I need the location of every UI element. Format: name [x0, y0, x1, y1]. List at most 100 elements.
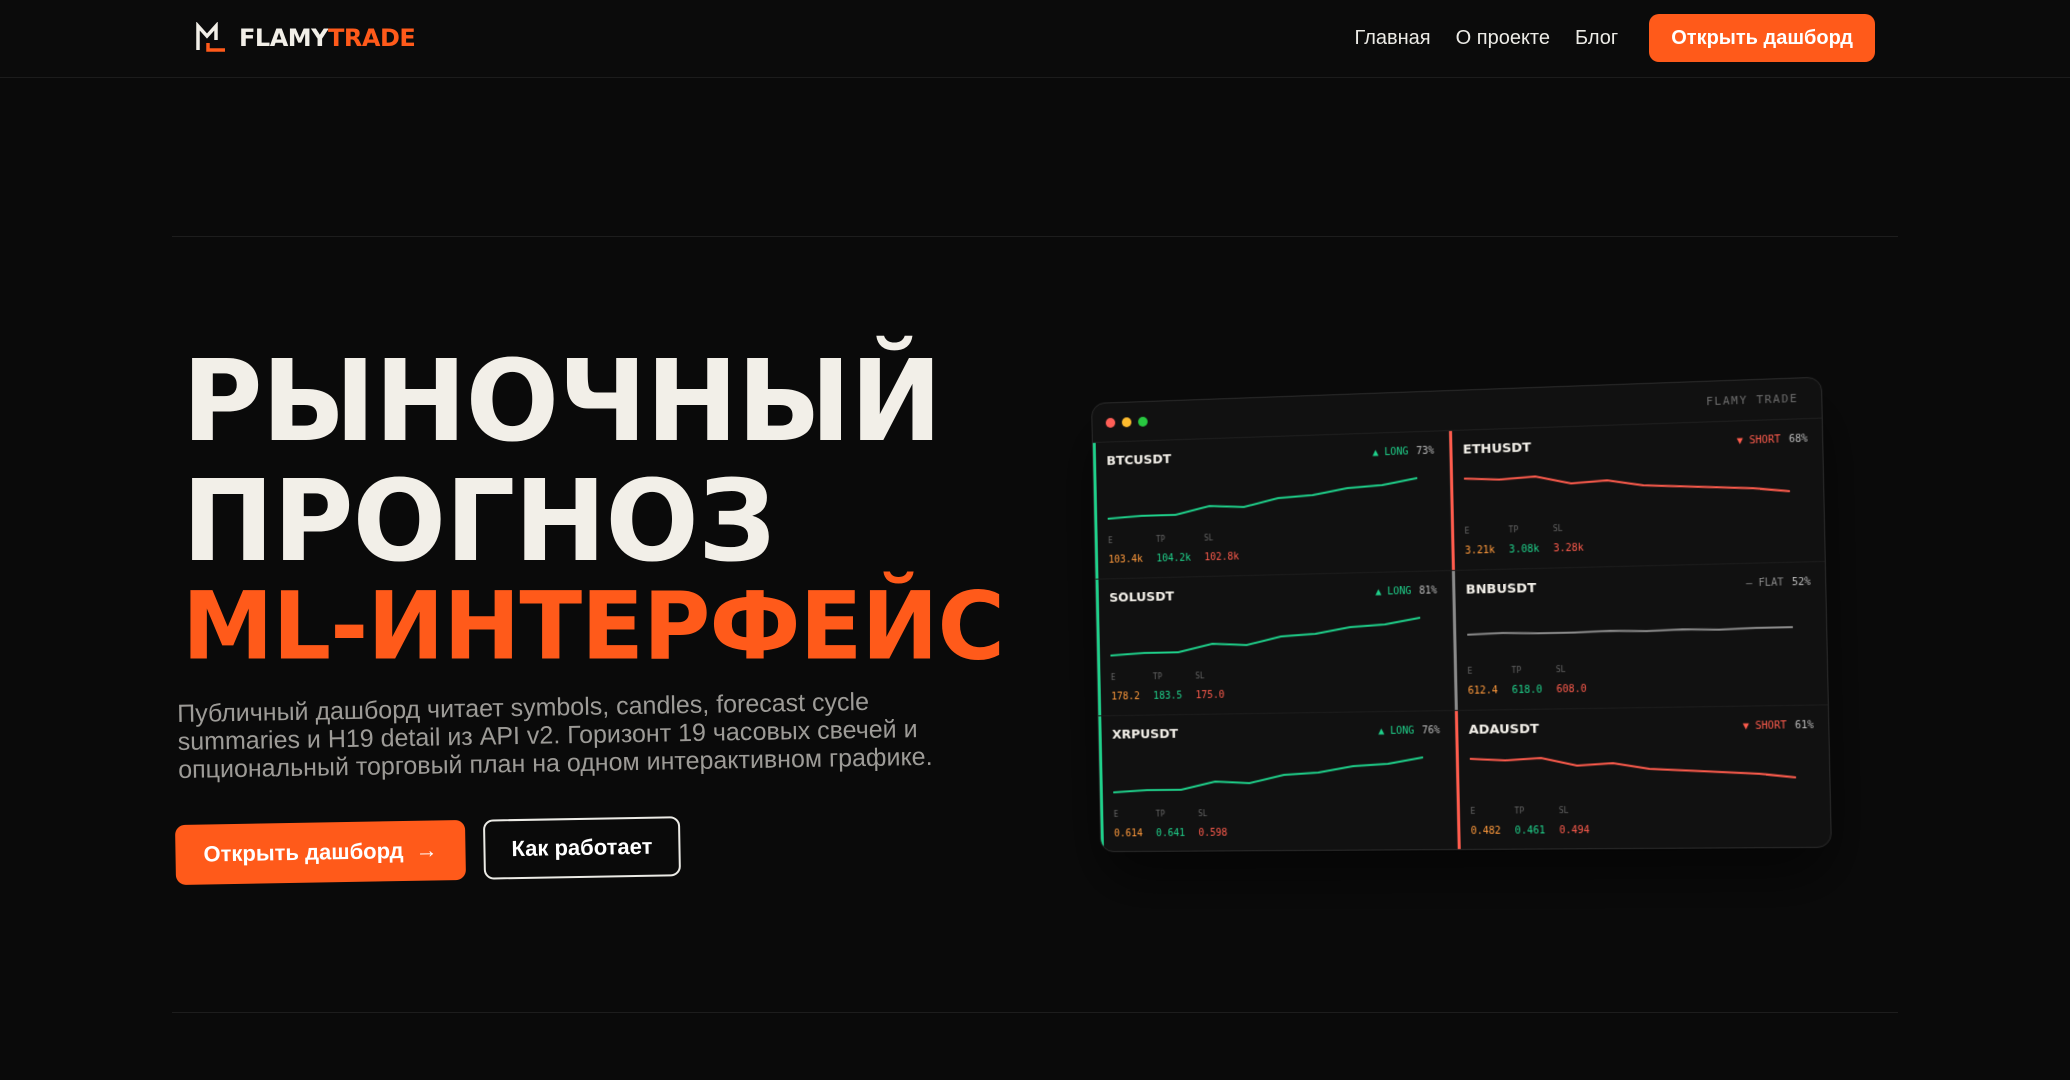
symbol-card-solusdt[interactable]: SOLUSDT ▲ LONG 81% E 178.2 TP 183.5 SL 175.0: [1096, 571, 1455, 716]
signal-direction: ▲ LONG: [1375, 586, 1411, 598]
dashboard-preview: FLAMY TRADE BTCUSDT ▲ LONG 73% E 103.4k TP 104…: [1091, 377, 1832, 853]
window-controls: [1106, 417, 1148, 428]
divider-bottom: [172, 1012, 1898, 1013]
signal-direction: ▲ LONG: [1373, 446, 1409, 458]
hero-description: Публичный дашборд читает symbols, candle…: [177, 686, 998, 784]
trade-levels: E 0.482 TP 0.461 SL 0.494: [1470, 806, 1590, 838]
level-value: 102.8k: [1204, 552, 1239, 564]
trade-levels: E 612.4 TP 618.0 SL 608.0: [1467, 665, 1586, 698]
level-e: E 103.4k: [1108, 535, 1143, 566]
dashboard-window: FLAMY TRADE BTCUSDT ▲ LONG 73% E 103.4k TP 104…: [1091, 377, 1832, 853]
level-label: E: [1470, 807, 1500, 816]
level-sl: SL 0.494: [1559, 806, 1590, 837]
level-label: TP: [1156, 809, 1185, 818]
card-accent: [1098, 716, 1104, 852]
card-signal: ▼ SHORT 68%: [1737, 433, 1808, 447]
level-label: E: [1108, 535, 1143, 545]
level-value: 612.4: [1468, 685, 1498, 697]
hero-actions: Открыть дашборд → Как работает: [175, 816, 681, 885]
card-signal: ▲ LONG 81%: [1375, 585, 1437, 597]
level-sl: SL 0.598: [1198, 809, 1228, 840]
close-dot-icon: [1106, 418, 1116, 428]
level-value: 608.0: [1556, 684, 1587, 696]
sparkline-path: [1469, 755, 1795, 781]
level-sl: SL 175.0: [1195, 671, 1225, 702]
minimize-dot-icon: [1122, 417, 1132, 427]
symbol-card-adausdt[interactable]: ADAUSDT ▼ SHORT 61% E 0.482 TP 0.461 SL 0.494: [1454, 705, 1831, 851]
level-sl: SL 102.8k: [1204, 533, 1239, 564]
level-value: 3.08k: [1509, 544, 1539, 556]
signal-direction: ▼ SHORT: [1743, 720, 1787, 732]
card-accent: [1093, 443, 1099, 579]
level-value: 3.21k: [1465, 545, 1495, 557]
level-label: TP: [1153, 672, 1182, 681]
symbol-card-btcusdt[interactable]: BTCUSDT ▲ LONG 73% E 103.4k TP 104.2k SL 102.8k: [1093, 431, 1452, 580]
brand-name: FLAMYTRADE: [239, 24, 415, 52]
level-label: SL: [1553, 523, 1584, 533]
level-label: TP: [1514, 806, 1544, 815]
how-it-works-button[interactable]: Как работает: [483, 816, 681, 879]
level-tp: TP 3.08k: [1509, 525, 1540, 557]
symbol-card-ethusdt[interactable]: ETHUSDT ▼ SHORT 68% E 3.21k TP 3.08k SL 3.28k: [1449, 419, 1825, 571]
card-accent: [1096, 580, 1102, 716]
nav-link-about[interactable]: О проекте: [1456, 27, 1550, 50]
open-dashboard-label: Открыть дашборд: [203, 838, 403, 867]
hero-title-line-2: ПРОГНОЗ: [182, 465, 775, 577]
level-label: SL: [1559, 806, 1590, 815]
level-label: E: [1464, 526, 1494, 536]
level-value: 0.641: [1156, 828, 1185, 839]
sparkline-chart: [1107, 470, 1418, 528]
level-value: 178.2: [1111, 691, 1140, 702]
signal-confidence: 81%: [1419, 585, 1437, 596]
signal-direction: ▲ LONG: [1378, 726, 1414, 737]
level-value: 0.598: [1198, 828, 1227, 839]
arrow-right-icon: →: [415, 837, 437, 863]
sparkline-path: [1467, 627, 1793, 635]
card-signal: ▲ LONG 73%: [1373, 446, 1435, 459]
level-sl: SL 608.0: [1556, 665, 1587, 697]
sparkline-chart: [1112, 749, 1424, 802]
card-signal: ▲ LONG 76%: [1378, 725, 1440, 737]
signal-direction: ▼ SHORT: [1737, 434, 1781, 447]
signal-confidence: 73%: [1416, 446, 1434, 458]
signal-confidence: 52%: [1792, 577, 1811, 589]
level-tp: TP 104.2k: [1156, 534, 1191, 565]
sparkline-chart: [1469, 745, 1796, 799]
brand-word-2: TRADE: [328, 24, 415, 52]
brand-logo[interactable]: FLAMYTRADE: [195, 22, 415, 54]
symbol-card-bnbusdt[interactable]: BNBUSDT — FLAT 52% E 612.4 TP 618.0 SL 608.0: [1451, 562, 1827, 711]
level-label: SL: [1556, 665, 1587, 675]
level-value: 104.2k: [1156, 553, 1191, 565]
nav-link-blog[interactable]: Блог: [1575, 27, 1618, 50]
level-value: 0.494: [1559, 825, 1590, 836]
open-dashboard-button[interactable]: Открыть дашборд →: [175, 820, 466, 885]
hero-title-line-1: РЫНОЧНЫЙ: [182, 345, 941, 457]
level-value: 618.0: [1512, 685, 1542, 697]
level-tp: TP 0.461: [1514, 806, 1545, 837]
level-e: E 612.4: [1467, 666, 1498, 698]
open-dashboard-nav-button[interactable]: Открыть дашборд: [1649, 14, 1875, 62]
trade-levels: E 178.2 TP 183.5 SL 175.0: [1111, 671, 1225, 703]
divider-top: [172, 236, 1898, 237]
window-title: FLAMY TRADE: [1706, 392, 1799, 408]
level-tp: TP 0.641: [1156, 809, 1185, 840]
sparkline-chart: [1466, 602, 1793, 659]
level-value: 103.4k: [1108, 554, 1143, 566]
level-e: E 3.21k: [1464, 526, 1495, 558]
card-signal: ▼ SHORT 61%: [1743, 720, 1814, 732]
sparkline-path: [1113, 757, 1424, 792]
signal-direction: — FLAT: [1746, 577, 1784, 589]
site-header: FLAMYTRADE Главная О проекте Блог Открыт…: [0, 0, 2070, 78]
level-label: E: [1467, 666, 1497, 676]
nav-link-home[interactable]: Главная: [1355, 27, 1431, 50]
level-label: SL: [1198, 809, 1227, 818]
sparkline-chart: [1110, 610, 1421, 666]
level-value: 175.0: [1196, 690, 1225, 701]
level-value: 3.28k: [1553, 543, 1584, 555]
logo-mark-icon: [195, 22, 227, 54]
main-nav: Главная О проекте Блог Открыть дашборд: [1355, 14, 1875, 62]
level-label: TP: [1511, 665, 1541, 675]
symbol-card-xrpusdt[interactable]: XRPUSDT ▲ LONG 76% E 0.614 TP 0.641 SL 0.598: [1098, 711, 1457, 852]
level-value: 0.614: [1114, 828, 1143, 839]
hero-title-line-3: ML-ИНТЕРФЕЙС: [182, 580, 1004, 674]
